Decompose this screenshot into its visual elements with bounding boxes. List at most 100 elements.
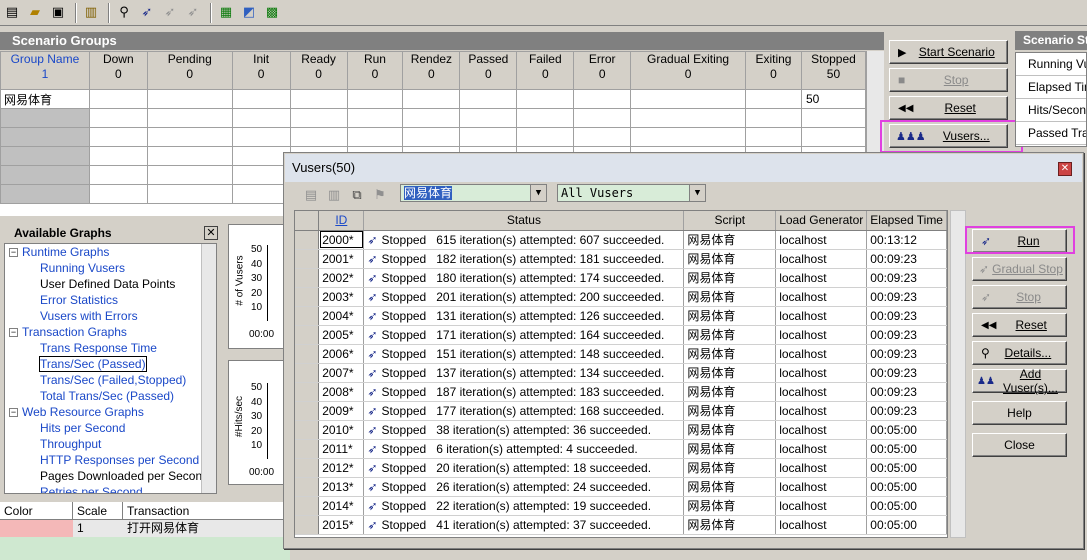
col-script[interactable]: Script (683, 211, 777, 231)
col-header[interactable]: Error 0 (573, 51, 632, 90)
hits-per-second-graph[interactable]: #Hits/sec 50 40 30 20 10 00:00 (228, 360, 288, 485)
table-row[interactable]: 2009* ➶ Stopped 177 iteration(s) attempted… (295, 401, 947, 421)
tree-item[interactable]: Error Statistics (5, 292, 216, 308)
expand-icon[interactable]: − (9, 408, 18, 418)
filter-select[interactable]: All Vusers ▼ (557, 184, 706, 202)
vuser-id[interactable]: 2008* (318, 382, 365, 402)
legend-col-transaction[interactable]: Transaction (123, 502, 290, 519)
run-dark-icon[interactable]: ➶ (137, 3, 157, 23)
vuser-id[interactable]: 2013* (318, 477, 365, 497)
tree-category[interactable]: − Web Resource Graphs (5, 404, 216, 420)
vuser-script-icon[interactable]: ▥ (324, 185, 344, 205)
vuser-id[interactable]: 2007* (318, 363, 365, 383)
vuser-log-icon[interactable]: ▤ (301, 185, 321, 205)
add-vusers-button[interactable]: ♟♟ Add Vuser(s)... (972, 367, 1067, 395)
close-button[interactable]: Close (972, 433, 1067, 457)
stop-scenario-button[interactable]: ■ Stop (889, 68, 1008, 92)
table-row[interactable]: 2003* ➶ Stopped 201 iteration(s) attempted… (295, 287, 947, 307)
tree-item[interactable]: Hits per Second (5, 420, 216, 436)
vusers-scrollbar[interactable] (950, 210, 966, 538)
table-row[interactable]: 2004* ➶ Stopped 131 iteration(s) attempted… (295, 306, 947, 326)
vuser-id[interactable]: 2006* (318, 344, 365, 364)
table-row[interactable]: 2008* ➶ Stopped 187 iteration(s) attempted… (295, 382, 947, 402)
vuser-id[interactable]: 2001* (318, 249, 365, 269)
map-icon[interactable]: ◩ (239, 3, 259, 23)
vuser-id[interactable]: 2012* (318, 458, 365, 478)
table-row[interactable]: 2015* ➶ Stopped 41 iteration(s) attempted:… (295, 515, 947, 535)
help-button[interactable]: Help (972, 401, 1067, 425)
expand-icon[interactable]: − (9, 248, 18, 258)
tree-item[interactable]: Trans/Sec (Passed) (5, 356, 216, 372)
vuser-id[interactable]: 2011* (318, 439, 365, 459)
vuser-id[interactable]: 2004* (318, 306, 365, 326)
table-row[interactable]: 2005* ➶ Stopped 171 iteration(s) attempted… (295, 325, 947, 345)
col-elapsed-time[interactable]: Elapsed Time (866, 211, 947, 231)
col-header[interactable]: Failed 0 (516, 51, 575, 90)
graph-tree-scrollbar[interactable] (201, 244, 216, 493)
col-id[interactable]: ID (318, 211, 365, 231)
reset-scenario-button[interactable]: ◀◀ Reset (889, 96, 1008, 120)
tree-item[interactable]: Retries per Second (5, 484, 216, 493)
col-header[interactable]: Exiting 0 (744, 51, 802, 90)
group-name-cell[interactable]: 网易体育 (0, 89, 90, 109)
tree-item[interactable]: Vusers with Errors (5, 308, 216, 324)
reset-vuser-button[interactable]: ◀◀ Reset (972, 313, 1067, 337)
new-icon[interactable]: ▤ (2, 3, 22, 23)
legend-row[interactable]: 1 打开网易体育 (0, 520, 290, 537)
tree-item[interactable]: Running Vusers (5, 260, 216, 276)
save-icon[interactable]: ▣ (48, 3, 68, 23)
col-header[interactable]: Init 0 (231, 51, 291, 90)
vuser-id[interactable]: 2005* (318, 325, 365, 345)
col-header[interactable]: Group Name 1 (0, 51, 90, 90)
tree-item[interactable]: Pages Downloaded per Second (5, 468, 216, 484)
vuser-id[interactable]: 2010* (318, 420, 365, 440)
group-select[interactable]: 网易体育 ▼ (400, 184, 547, 202)
table-row[interactable]: 2011* ➶ Stopped 6 iteration(s) attempted: … (295, 439, 947, 459)
vuser-gray2-icon[interactable]: ➶ (183, 3, 203, 23)
table-row[interactable]: 2012* ➶ Stopped 20 iteration(s) attempted:… (295, 458, 947, 478)
vuser-gray-icon[interactable]: ➶ (160, 3, 180, 23)
table-row[interactable]: 2000* ➶ Stopped 615 iteration(s) attempted… (295, 230, 947, 250)
col-load-generator[interactable]: Load Generator (775, 211, 868, 231)
table-row[interactable]: 2014* ➶ Stopped 22 iteration(s) attempted:… (295, 496, 947, 516)
vuser-id[interactable]: 2000* (318, 230, 365, 250)
vuser-id[interactable]: 2009* (318, 401, 365, 421)
col-header[interactable]: Stopped 50 (800, 51, 867, 90)
table-row[interactable]: 2002* ➶ Stopped 180 iteration(s) attempted… (295, 268, 947, 288)
tree-item[interactable]: Throughput (5, 436, 216, 452)
col-header[interactable]: Run 0 (346, 51, 404, 90)
tree-item[interactable]: User Defined Data Points (5, 276, 216, 292)
running-vusers-graph[interactable]: # of Vusers 50 40 30 20 10 00:00 (228, 224, 288, 349)
table-row[interactable]: 2010* ➶ Stopped 38 iteration(s) attempted:… (295, 420, 947, 440)
run-icon[interactable]: ⚲ (114, 3, 134, 23)
run-time-icon[interactable]: ⚑ (370, 185, 390, 205)
analysis-icon[interactable]: ▦ (216, 3, 236, 23)
tree-item[interactable]: Total Trans/Sec (Passed) (5, 388, 216, 404)
tree-item[interactable]: HTTP Responses per Second (5, 452, 216, 468)
tree-item[interactable]: Trans/Sec (Failed,Stopped) (5, 372, 216, 388)
legend-col-color[interactable]: Color (0, 502, 73, 519)
table-row[interactable]: 2001* ➶ Stopped 182 iteration(s) attempted… (295, 249, 947, 269)
col-header[interactable]: Gradual Exiting 0 (630, 51, 746, 90)
col-header[interactable]: Rendez 0 (402, 51, 461, 90)
tree-item[interactable]: Trans Response Time (5, 340, 216, 356)
close-icon[interactable]: ✕ (1058, 162, 1072, 176)
vuser-id[interactable]: 2015* (318, 515, 365, 535)
vuser-id[interactable]: 2003* (318, 287, 365, 307)
start-scenario-button[interactable]: ▶ Start Scenario (889, 40, 1008, 64)
graph-icon[interactable]: ▥ (81, 3, 101, 23)
expand-icon[interactable]: − (9, 328, 18, 338)
table-row[interactable]: 2013* ➶ Stopped 26 iteration(s) attempted:… (295, 477, 947, 497)
table-row[interactable]: 2006* ➶ Stopped 151 iteration(s) attempted… (295, 344, 947, 364)
stop-vuser-button[interactable]: ➶ Stop (972, 285, 1067, 309)
table-row[interactable]: 2007* ➶ Stopped 137 iteration(s) attempted… (295, 363, 947, 383)
vuser-id[interactable]: 2002* (318, 268, 365, 288)
gradual-stop-button[interactable]: ➶ Gradual Stop (972, 257, 1067, 281)
close-icon[interactable]: ✕ (204, 226, 218, 240)
details-button[interactable]: ⚲ Details... (972, 341, 1067, 365)
table-row[interactable]: 网易体育 50 (0, 89, 867, 109)
grid-icon[interactable]: ▩ (262, 3, 282, 23)
col-header[interactable]: Down 0 (88, 51, 148, 90)
vuser-id[interactable]: 2014* (318, 496, 365, 516)
open-icon[interactable]: ▰ (25, 3, 45, 23)
